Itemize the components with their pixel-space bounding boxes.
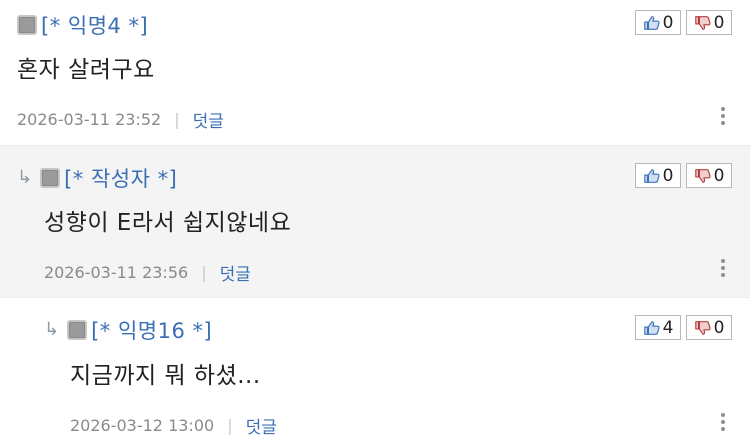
more-vertical-icon[interactable] [720,413,726,431]
comment-header: [* 익명4 *] [17,10,148,40]
dislike-count: 0 [713,165,725,186]
thumbs-down-icon [694,320,711,335]
comment-text: 혼자 살려구요 [17,57,155,83]
comment-author[interactable]: [* 작성자 *] [64,163,177,193]
dislike-count: 0 [713,12,725,33]
thumbs-up-icon [643,320,660,335]
comment-meta: 2026-03-12 13:00 | 덧글 [70,413,277,438]
like-button[interactable]: 0 [635,10,681,35]
comment-text: 지금까지 뭐 하셨... [70,363,261,389]
comment-date: 2026-03-11 23:52 [17,110,162,129]
dislike-button[interactable]: 0 [686,163,732,188]
reply-link[interactable]: 덧글 [220,260,251,285]
dislike-button[interactable]: 0 [686,315,732,340]
avatar-icon [17,15,37,35]
comment-meta: 2026-03-11 23:52 | 덧글 [17,107,224,132]
like-count: 4 [662,317,674,338]
thumbs-down-icon [694,168,711,183]
reply-link[interactable]: 덧글 [246,413,277,438]
thumbs-down-icon [694,15,711,30]
comment-meta: 2026-03-11 23:56 | 덧글 [44,260,251,285]
thumbs-up-icon [643,168,660,183]
vote-buttons: 4 0 [635,315,732,340]
comment-header: ↳ [* 작성자 *] [17,163,177,193]
comment-date: 2026-03-11 23:56 [44,263,189,282]
comment-date: 2026-03-12 13:00 [70,416,215,435]
avatar-icon [67,320,88,340]
meta-separator: | [201,263,207,282]
reply-arrow-icon: ↳ [17,167,33,188]
thumbs-up-icon [643,15,660,30]
comment-item: ↳ [* 익명16 *] 4 0 지금까지 뭐 하셨... 2026-03-12… [0,298,750,443]
like-count: 0 [662,165,674,186]
comment-author[interactable]: [* 익명16 *] [91,315,212,345]
vote-buttons: 0 0 [635,163,732,188]
dislike-count: 0 [713,317,725,338]
meta-separator: | [227,416,233,435]
reply-arrow-icon: ↳ [44,319,60,340]
dislike-button[interactable]: 0 [686,10,732,35]
vote-buttons: 0 0 [635,10,732,35]
more-vertical-icon[interactable] [720,259,726,277]
more-vertical-icon[interactable] [720,107,726,125]
comment-header: ↳ [* 익명16 *] [44,315,212,345]
comment-text: 성향이 E라서 쉽지않네요 [44,210,292,236]
comment-item: [* 익명4 *] 0 0 혼자 살려구요 2026-03-11 23:52 |… [0,0,750,145]
comment-item: ↳ [* 작성자 *] 0 0 성향이 E라서 쉽지않네요 2026-03-11… [0,145,750,298]
like-button[interactable]: 4 [635,315,681,340]
comment-author[interactable]: [* 익명4 *] [41,10,148,40]
reply-link[interactable]: 덧글 [193,107,224,132]
avatar-icon [40,168,61,188]
meta-separator: | [174,110,180,129]
like-count: 0 [662,12,674,33]
like-button[interactable]: 0 [635,163,681,188]
